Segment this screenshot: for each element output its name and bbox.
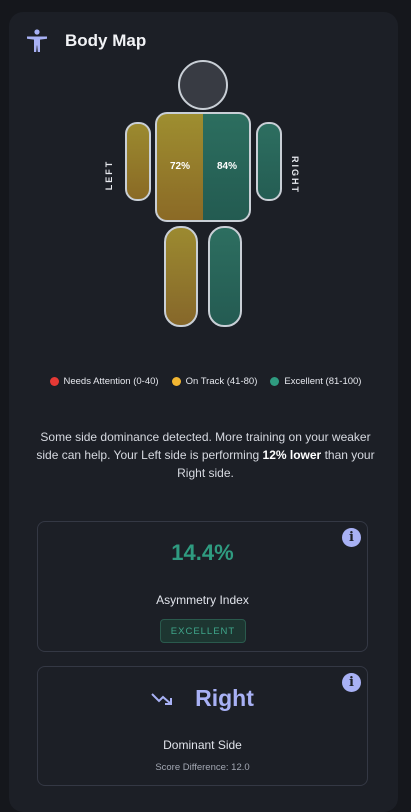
legend-item-on-track: On Track (41-80)	[171, 376, 258, 387]
trending-down-icon	[151, 692, 173, 705]
dominant-side-label: Dominant Side	[163, 738, 242, 752]
page-title: Body Map	[65, 31, 147, 50]
legend-item-needs-attention: Needs Attention (0-40)	[49, 376, 159, 387]
body-head	[178, 60, 228, 110]
body-right-arm[interactable]	[256, 122, 282, 201]
dominant-side-card: i Right Dominant Side Score Difference: …	[37, 666, 368, 786]
accessibility-icon	[27, 29, 47, 52]
header: Body Map	[24, 27, 146, 55]
score-difference: Score Difference: 12.0	[155, 762, 250, 773]
body-left-arm[interactable]	[125, 122, 151, 201]
legend-label: On Track (41-80)	[185, 376, 258, 387]
body-left-leg[interactable]	[164, 226, 198, 327]
dominance-summary: Some side dominance detected. More train…	[30, 428, 381, 482]
summary-emphasis: 12% lower	[262, 448, 322, 462]
score-legend: Needs Attention (0-40) On Track (41-80) …	[0, 376, 411, 387]
asymmetry-value: 14.4%	[171, 540, 234, 565]
body-right-leg[interactable]	[208, 226, 242, 327]
legend-dot-yellow	[171, 377, 181, 386]
legend-dot-red	[49, 377, 59, 386]
status-badge: EXCELLENT	[160, 619, 246, 643]
legend-dot-green	[270, 377, 280, 386]
right-side-score: 84%	[216, 161, 237, 172]
legend-label: Excellent (81-100)	[284, 376, 362, 387]
left-side-label: LEFT	[104, 159, 114, 191]
dominant-side-row: Right	[38, 685, 367, 712]
legend-item-excellent: Excellent (81-100)	[270, 376, 361, 387]
right-side-label: RIGHT	[290, 156, 300, 194]
dominant-side-value: Right	[195, 685, 254, 711]
left-side-score: 72%	[169, 161, 190, 172]
asymmetry-card: i 14.4% Asymmetry Index EXCELLENT	[37, 521, 368, 652]
asymmetry-label: Asymmetry Index	[156, 593, 249, 607]
legend-label: Needs Attention (0-40)	[63, 376, 159, 387]
